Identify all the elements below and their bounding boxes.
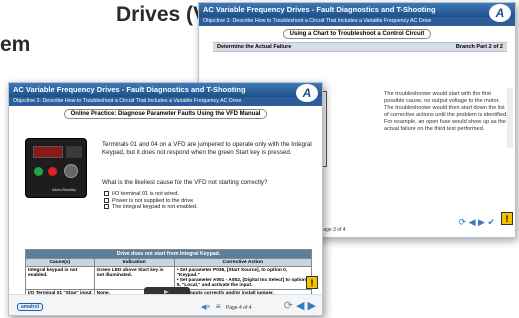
- answer-option[interactable]: I/O terminal 01 is not wired.: [104, 191, 198, 198]
- refresh-icon[interactable]: ⟳: [459, 217, 467, 227]
- front-window-objective: Objective 3: Describe How to Troubleshoo…: [9, 97, 322, 106]
- volume-icon[interactable]: ◀×: [201, 304, 210, 311]
- answer-options: I/O terminal 01 is not wired. Power is n…: [104, 191, 198, 211]
- vfd-keypad-image: Allen-Bradley: [25, 138, 87, 198]
- back-window-topic-chip: Using a Chart to Troubleshoot a Control …: [282, 29, 432, 39]
- answer-option[interactable]: Power is not supplied to the drive.: [104, 198, 198, 205]
- question-body: Terminals 01 and 04 on a VFD are jumpere…: [102, 141, 312, 156]
- front-footer-status: ◀× ≡ Page 4 of 4: [201, 302, 252, 311]
- front-window-footer: amatrol ◀× ≡ Page 4 of 4 ⟳ ◀ ▶: [9, 294, 322, 315]
- table-cell: • Set parameter P036, [Start Source], to…: [173, 266, 313, 290]
- front-next-icon[interactable]: ▶: [308, 300, 316, 312]
- check-icon[interactable]: ✔: [487, 217, 495, 227]
- table-caption: Drive does not start from Integral Keypa…: [25, 249, 312, 259]
- menu-icon[interactable]: ≡: [216, 302, 221, 311]
- background-title-line2: em: [0, 33, 31, 56]
- front-prev-icon[interactable]: ◀: [296, 300, 304, 312]
- table-header: Cause(s): [25, 258, 95, 267]
- front-window-titlebar: AC Variable Frequency Drives - Fault Dia…: [9, 83, 322, 97]
- amatrol-footer-logo: amatrol: [17, 303, 44, 311]
- front-window: AC Variable Frequency Drives - Fault Dia…: [8, 82, 323, 316]
- back-window-titlebar: AC Variable Frequency Drives - Fault Dia…: [199, 3, 515, 17]
- stop-button-icon: [48, 167, 57, 176]
- vfd-display: [33, 146, 63, 158]
- checkbox[interactable]: [104, 191, 109, 197]
- table-header: Indication: [93, 258, 175, 267]
- start-button-icon: [34, 167, 43, 176]
- front-window-nav: ⟳ ◀ ▶: [284, 299, 316, 312]
- checkbox[interactable]: [104, 204, 109, 210]
- back-window-title: AC Variable Frequency Drives - Fault Dia…: [203, 5, 436, 14]
- back-window-body-text: The troubleshooter would start with the …: [384, 91, 508, 132]
- back-next-icon[interactable]: ▶: [478, 217, 485, 227]
- refresh-icon[interactable]: ⟳: [284, 300, 293, 312]
- answer-option[interactable]: The integral keypad is not enabled.: [104, 204, 198, 211]
- warning-yellow-icon[interactable]: !: [501, 212, 513, 225]
- back-window-nav: ⟳ ◀ ▶ ✔: [459, 217, 495, 228]
- table-header: Corrective Action: [173, 258, 313, 267]
- back-prev-icon[interactable]: ◀: [469, 217, 476, 227]
- amatrol-logo-icon-front: A: [296, 84, 318, 102]
- back-window-section-title: Determine the Actual Failure: [217, 44, 292, 50]
- front-window-title: AC Variable Frequency Drives - Fault Dia…: [13, 85, 246, 94]
- back-page-label: Page 3 of 4: [319, 227, 346, 233]
- question-prompt: What is the likeliest cause for the VFD …: [102, 179, 268, 186]
- device-brand: Allen-Bradley: [52, 187, 76, 192]
- checkbox[interactable]: [104, 197, 109, 203]
- back-window-section-part: Branch Part 2 of 2: [455, 44, 503, 50]
- table-cell: Integral keypad is not enabled.: [25, 266, 95, 290]
- vfd-display-secondary: [66, 146, 82, 158]
- screenshot-root: Drives (VFD) em AC Variable Frequency Dr…: [0, 0, 519, 318]
- back-window-section-bar: Determine the Actual Failure Branch Part…: [213, 42, 507, 52]
- warning-yellow-icon[interactable]: !: [306, 276, 318, 289]
- front-window-topic-chip: Online Practice: Diagnose Parameter Faul…: [63, 109, 268, 119]
- front-page-label: Page 4 of 4: [225, 305, 252, 311]
- back-window-objective: Objective 3: Describe How to Troubleshoo…: [199, 17, 515, 26]
- speed-dial-icon: [64, 164, 78, 178]
- amatrol-logo-icon: A: [489, 4, 511, 22]
